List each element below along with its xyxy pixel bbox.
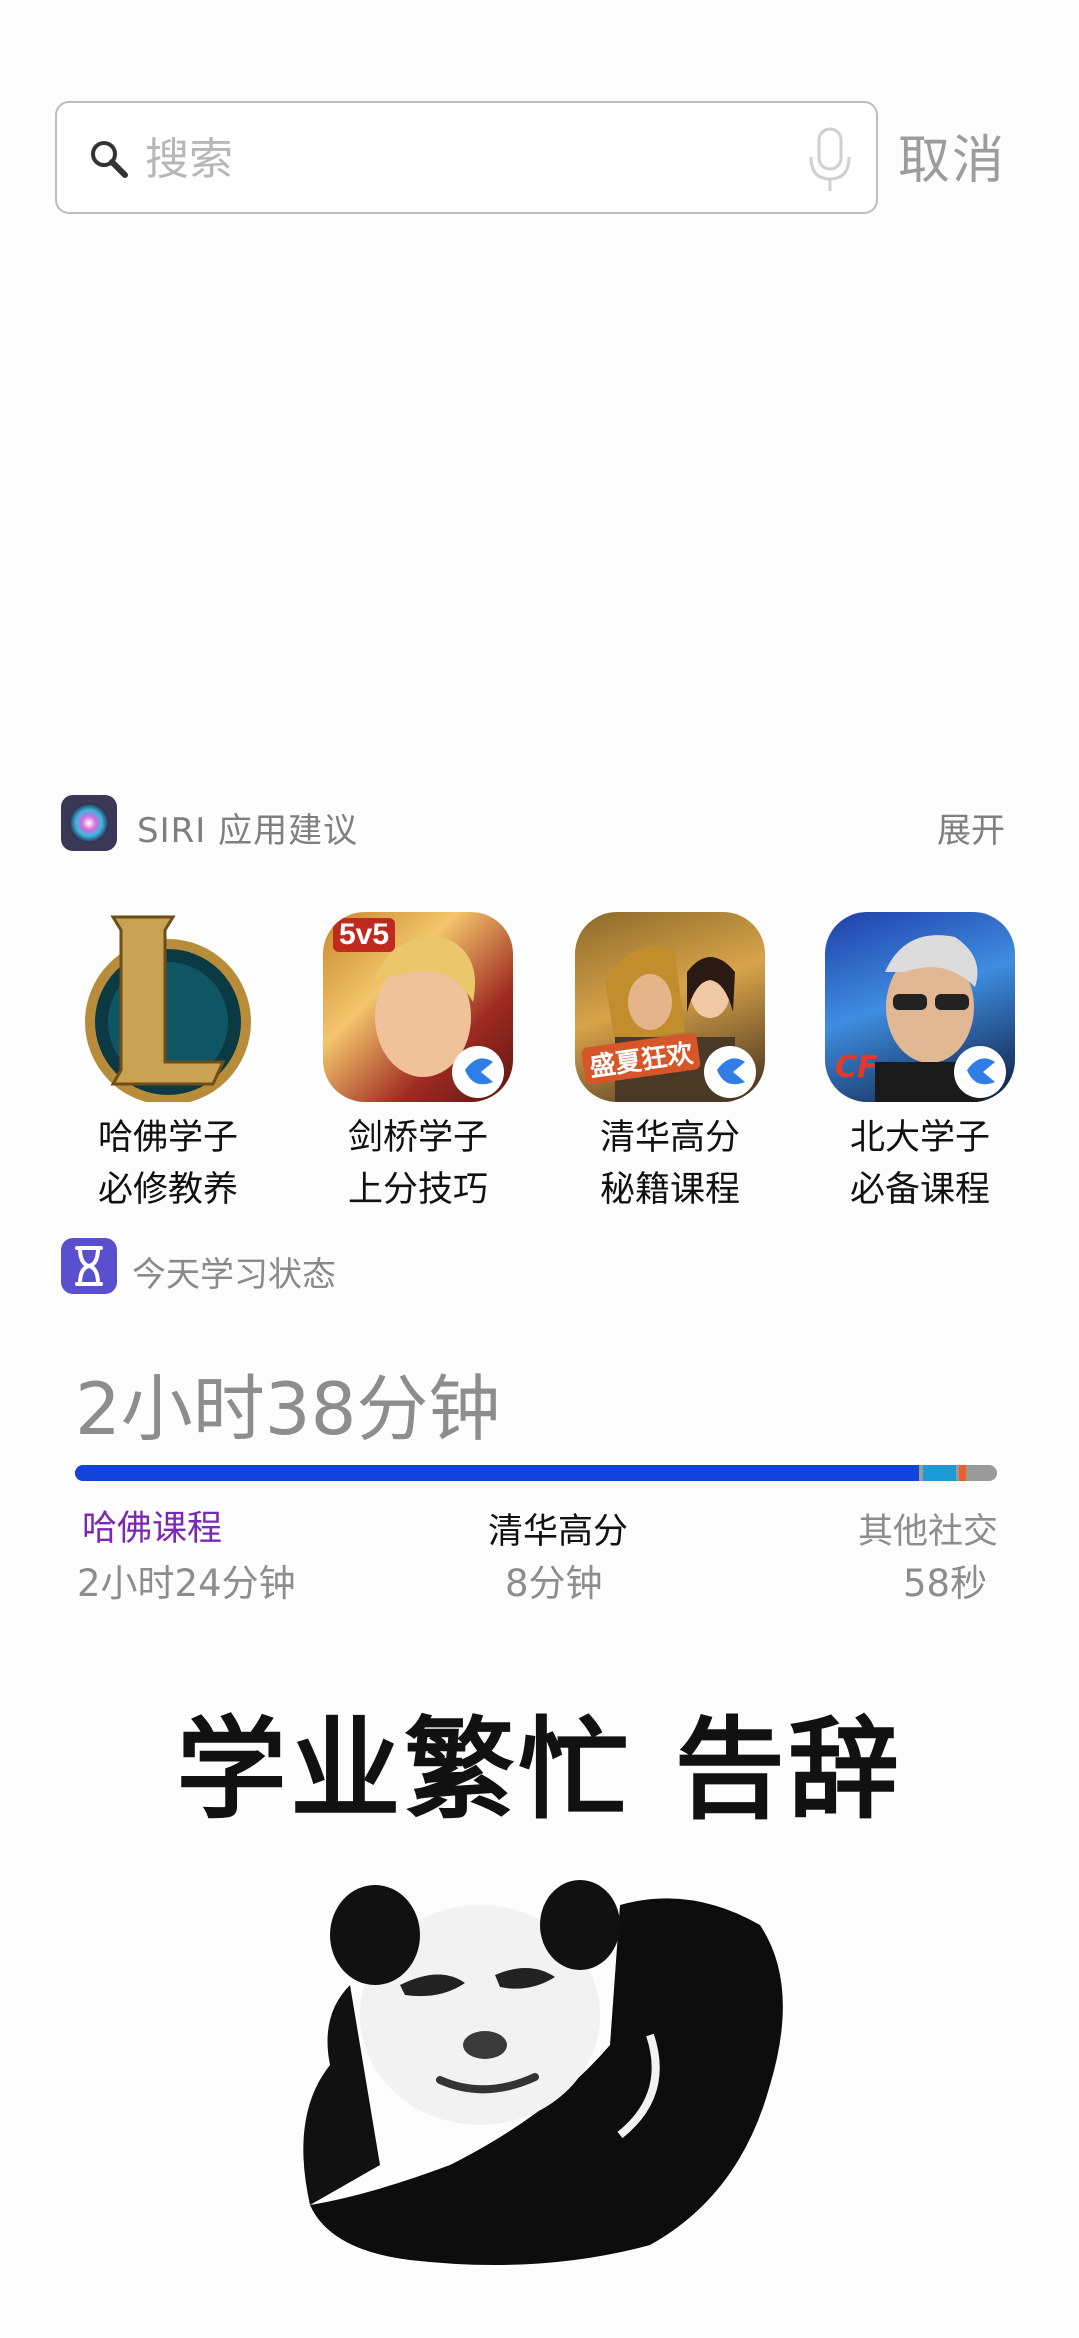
siri-icon [61,795,117,851]
panda-meme-image [303,1880,783,2265]
honor-of-kings-icon: 5v5 [323,912,513,1102]
search-input[interactable] [143,125,747,193]
icon-badge: 5v5 [333,918,396,952]
siri-suggestions-title: SIRI 应用建议 [137,811,359,851]
search-icon [91,141,128,178]
app-suggestion-3[interactable]: 盛夏狂欢 清华高分 秘籍课程 [555,912,785,1216]
app-label: 剑桥学子 上分技巧 [347,1118,488,1210]
app-label: 北大学子 必备课程 [849,1118,990,1210]
app-suggestion-2[interactable]: 5v5 剑桥学子 上分技巧 [303,912,533,1216]
category-label-3: 其他社交 [858,1512,999,1552]
app-suggestion-1[interactable]: 哈佛学子 必修教养 [53,912,283,1216]
pubg-mobile-icon: 盛夏狂欢 [575,912,765,1102]
category-label-2: 清华高分 [488,1512,629,1552]
search-bar[interactable] [55,101,878,214]
screen-time-title: 今天学习状态 [132,1255,336,1295]
category-time-2: 8分钟 [505,1562,603,1605]
league-icon [73,912,263,1102]
microphone-icon[interactable] [805,125,855,195]
icon-badge: CF [835,1050,878,1085]
total-time: 2小时38分钟 [75,1367,501,1451]
crossfire-icon: CF [825,912,1015,1102]
category-label-1: 哈佛课程 [82,1509,223,1549]
app-label: 清华高分 秘籍课程 [599,1118,740,1210]
usage-segment-primary [75,1465,919,1481]
cancel-button[interactable]: 取消 [898,118,1006,193]
category-time-3: 58秒 [903,1562,988,1605]
slogan-text: 学业繁忙 告辞 [176,1706,903,1834]
expand-button[interactable]: 展开 [937,803,1005,852]
usage-segment-secondary [923,1465,956,1481]
app-suggestion-4[interactable]: CF 北大学子 必备课程 [805,912,1035,1216]
category-time-1: 2小时24分钟 [77,1562,296,1605]
usage-segment-other [959,1465,966,1481]
app-label: 哈佛学子 必修教养 [97,1118,238,1210]
hourglass-icon [61,1238,117,1294]
usage-bar [75,1465,997,1481]
